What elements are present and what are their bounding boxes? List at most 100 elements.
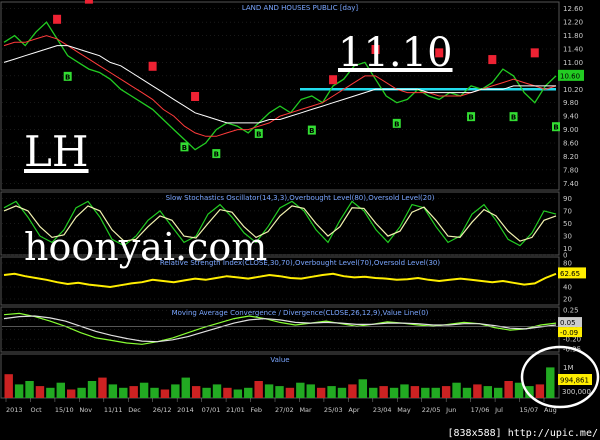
- price-tick-label: 8.20: [563, 153, 579, 161]
- volume-bar: [4, 374, 13, 398]
- volume-bar: [379, 386, 388, 398]
- volume-bar: [35, 386, 45, 398]
- sell-marker: [488, 55, 497, 65]
- x-tick-label: Aug: [544, 406, 557, 414]
- volume-bar: [77, 387, 86, 398]
- volume-bar: [46, 387, 55, 398]
- price-tick-label: 11.80: [563, 32, 583, 40]
- volume-bar: [275, 386, 284, 398]
- sell-marker: [329, 75, 338, 85]
- volume-bar: [285, 387, 295, 398]
- x-tick-label: 15/10: [55, 406, 74, 414]
- volume-bar: [535, 384, 545, 398]
- x-tick-label: Jul: [494, 406, 503, 414]
- volume-bar: [129, 386, 138, 398]
- buy-marker-label: B: [182, 144, 187, 152]
- x-tick-label: 23/04: [373, 406, 392, 414]
- chart-canvas: 12.60 12.20 11.80 11.40 11.00 10.60 10.20 9.80 9…: [0, 0, 600, 414]
- volume-bar: [462, 387, 472, 398]
- stochastic-tick-label: 0: [563, 252, 567, 260]
- volume-bar: [56, 382, 65, 398]
- buy-marker-label: B: [256, 130, 261, 138]
- x-tick-label: 11/11: [104, 406, 123, 414]
- volume-tick-label: 300,000: [562, 388, 591, 396]
- volume-bar: [98, 377, 107, 398]
- volume-tick-label: 1M: [563, 364, 574, 372]
- x-tick-label: Jun: [445, 406, 456, 414]
- website-annotation: hoonyai.com: [24, 225, 268, 269]
- volume-bar: [119, 387, 128, 398]
- volume-bar: [296, 382, 305, 398]
- price-annotation: 11.10: [338, 30, 453, 76]
- rsi-tick-label: 40: [563, 284, 572, 292]
- volume-bar: [400, 384, 409, 398]
- x-tick-label: Oct: [30, 406, 42, 414]
- price-tick-label: 7.80: [563, 166, 579, 174]
- price-tick-label: 10.20: [563, 86, 583, 94]
- volume-bar: [327, 386, 336, 398]
- price-tick-label: 9.80: [563, 99, 579, 107]
- last-price-label: 10.60: [560, 72, 580, 80]
- sell-marker: [53, 14, 62, 24]
- stochastic-tick-label: 50: [563, 220, 572, 228]
- volume-bar: [348, 384, 357, 398]
- macd-signal-label: -0.09: [560, 329, 578, 337]
- volume-bar: [546, 367, 555, 398]
- volume-bar: [202, 387, 211, 398]
- volume-bar: [87, 381, 97, 398]
- volume-bar: [223, 387, 232, 398]
- volume-bar: [233, 389, 243, 398]
- x-tick-label: 26/12: [153, 406, 172, 414]
- macd-last-label: 0.05: [560, 319, 576, 327]
- volume-bar: [473, 384, 482, 398]
- ticker-annotation: LH: [24, 127, 89, 176]
- buy-marker-label: B: [511, 114, 516, 122]
- image-watermark: [838x588] http://upic.me/: [447, 428, 598, 439]
- volume-bar: [264, 384, 274, 398]
- volume-bar: [66, 389, 76, 398]
- volume-bar: [421, 387, 430, 398]
- volume-bar: [150, 387, 159, 398]
- rsi-tick-label: 80: [563, 260, 572, 268]
- x-tick-label: 21/01: [226, 406, 245, 414]
- volume-bar: [410, 386, 420, 398]
- rsi-tick-label: 20: [563, 296, 572, 304]
- volume-bar: [171, 384, 180, 398]
- macd-title: Moving Average Convergence / Divergence(…: [172, 309, 429, 317]
- x-tick-label: 07/01: [202, 406, 221, 414]
- chart-title: LAND AND HOUSES PUBLIC [day]: [242, 4, 359, 12]
- x-tick-label: Feb: [251, 406, 263, 414]
- buy-marker-label: B: [394, 120, 399, 128]
- stochastic-title: Slow Stochastics Oscillator(14,3,3),Over…: [166, 194, 435, 202]
- sell-marker: [84, 0, 93, 4]
- volume-bar: [452, 382, 461, 398]
- x-tick-label: Nov: [79, 406, 92, 414]
- x-tick-label: Mar: [299, 406, 312, 414]
- volume-bar: [25, 381, 34, 398]
- volume-bar: [389, 387, 399, 398]
- volume-bar: [358, 379, 368, 398]
- price-tick-label: 12.60: [563, 5, 583, 13]
- volume-bar: [160, 389, 170, 398]
- x-tick-label: 27/02: [275, 406, 294, 414]
- x-tick-label: Apr: [348, 406, 360, 414]
- price-tick-label: 11.00: [563, 59, 583, 67]
- stochastic-tick-label: 30: [563, 233, 572, 241]
- volume-bar: [337, 387, 347, 398]
- price-tick-label: 12.20: [563, 19, 583, 27]
- price-tick-label: 9.00: [563, 126, 579, 134]
- rsi-series-RSI: [3, 272, 557, 289]
- volume-bar: [369, 387, 378, 398]
- volume-bar: [441, 386, 451, 398]
- buy-marker-label: B: [309, 127, 314, 135]
- volume-bar: [212, 384, 222, 398]
- macd-tick-label: 0.25: [563, 307, 579, 315]
- x-tick-label: May: [397, 406, 411, 414]
- volume-title: Value: [270, 356, 289, 364]
- buy-marker-label: B: [553, 124, 558, 132]
- volume-last-label: 994,861: [560, 377, 589, 385]
- buy-marker-label: B: [214, 151, 219, 159]
- volume-bar: [504, 381, 513, 398]
- x-tick-label: 25/03: [324, 406, 343, 414]
- x-tick-label: Dec: [128, 406, 141, 414]
